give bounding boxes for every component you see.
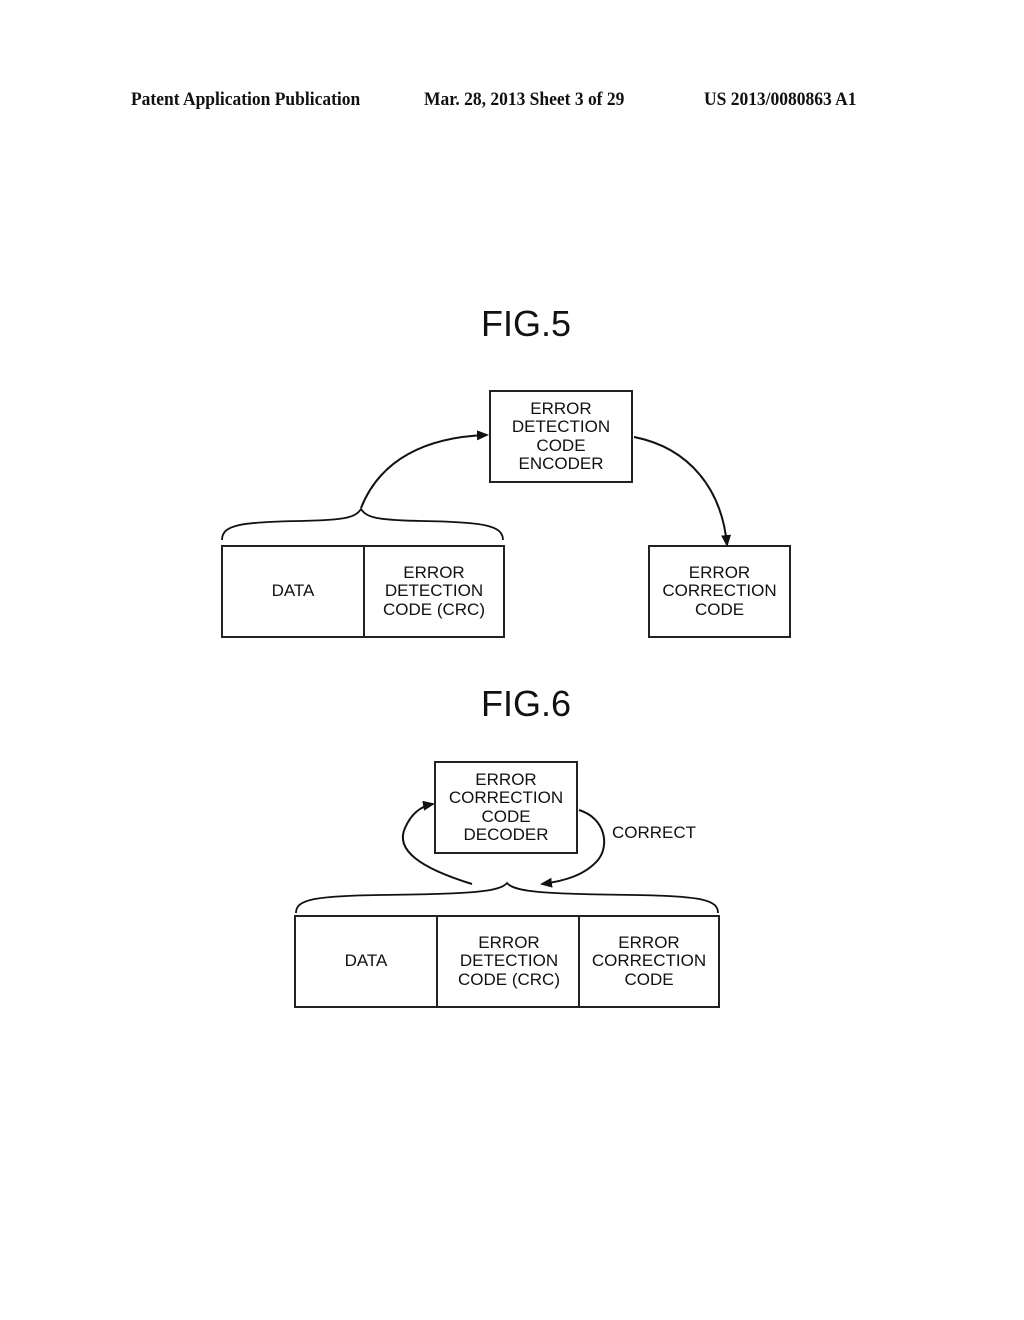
fig5-brace xyxy=(221,507,504,541)
fig6-brace xyxy=(295,881,719,914)
fig6-arrow-to-decoder xyxy=(401,800,473,885)
diagram-connectors xyxy=(221,430,732,914)
fig6-arrow-correct xyxy=(540,809,606,888)
fig5-arrow-to-encoder xyxy=(360,430,489,509)
fig5-arrow-to-ecc xyxy=(633,436,732,547)
